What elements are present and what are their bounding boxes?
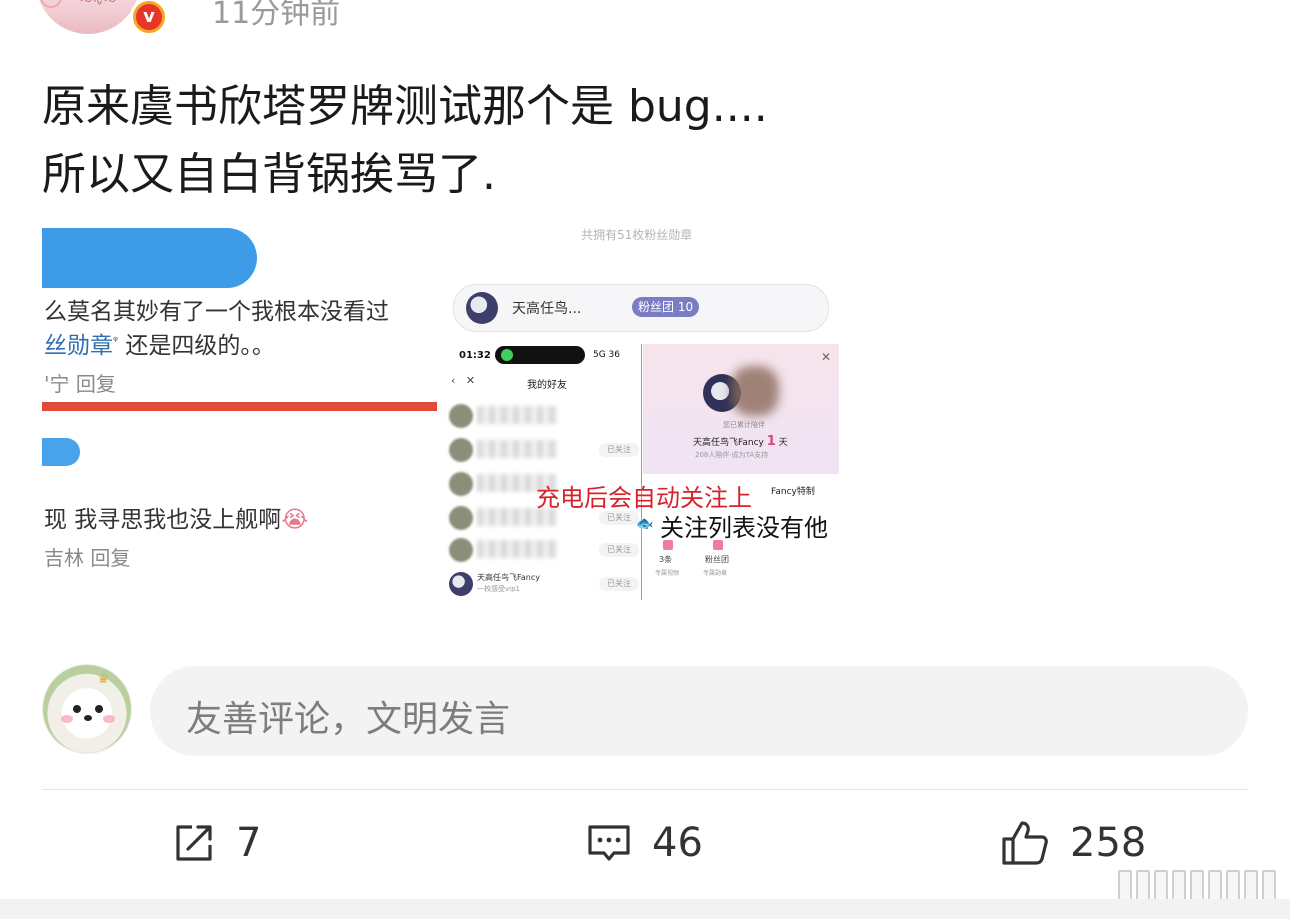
like-count: 258: [1070, 820, 1147, 866]
phone-time: 01:32: [459, 350, 491, 361]
post-time: 11分钟前: [212, 0, 341, 31]
image-text-line: 么莫名其妙有了一个我根本没看过: [44, 299, 389, 325]
stat-value: 3条: [659, 555, 673, 564]
divider: [641, 344, 642, 600]
fancy-tag: Fancy特制: [771, 487, 815, 497]
crying-emoji-icon: 😭: [281, 507, 309, 533]
fan-avatar: [466, 292, 498, 324]
friends-title: 我的好友: [527, 380, 567, 391]
share-count: 7: [236, 820, 262, 866]
profile-card: ✕ 您已累计陪伴 天高任鸟飞Fancy 1 天 208人陪伴·成为TA支持: [643, 344, 839, 474]
card-subtitle: 您已累计陪伴: [723, 421, 765, 429]
friend-sub: 一枚感受vip1: [477, 585, 520, 593]
crown-icon: ♛: [97, 671, 110, 687]
back-close-icons: ‹ ✕: [451, 374, 476, 387]
fan-level-badge: 粉丝团 10: [632, 297, 700, 317]
list-item: 天高任鸟飞Fancy 一枚感受vip1 已关注: [447, 568, 643, 600]
call-icon: [501, 349, 513, 361]
image-text-line: 丝勋章ᵠ 还是四级的。。: [44, 326, 275, 360]
author-avatar[interactable]: 〜∿〜: [36, 0, 140, 34]
fish-icon: 🐟: [636, 516, 654, 532]
list-item: 已关注: [447, 434, 643, 466]
list-item: 已关注: [447, 534, 643, 566]
image-meta-line: '宁 回复: [44, 372, 116, 396]
dynamic-island: [495, 346, 585, 364]
followed-label: 已关注: [599, 443, 639, 457]
post-text-line-1: 原来虞书欣塔罗牌测试那个是 bug....: [42, 81, 768, 132]
close-icon: ✕: [820, 350, 831, 364]
stat-value: 粉丝团: [705, 555, 729, 564]
card-small-text: 208人陪伴·成为TA支持: [695, 451, 769, 459]
like-button[interactable]: 258: [1000, 818, 1146, 868]
card-name-text: 天高任鸟飞Fancy: [693, 438, 764, 448]
image-meta-line: 吉林 回复: [44, 546, 131, 570]
fan-name: 天高任鸟...: [512, 301, 582, 317]
redaction-blob: [42, 438, 80, 466]
card-name: 天高任鸟飞Fancy 1 天: [693, 434, 788, 449]
followed-label: 已关注: [599, 543, 639, 557]
comment-button[interactable]: 46: [586, 818, 703, 868]
share-icon: [176, 825, 212, 861]
comment-icon: [588, 825, 630, 861]
overlay-caption-black: 关注列表没有他: [660, 514, 828, 542]
followed-label: 已关注: [599, 577, 639, 591]
image-link-text: 丝勋章: [44, 333, 113, 359]
fan-badge-card: 天高任鸟... 粉丝团 10: [453, 284, 829, 332]
share-button[interactable]: 7: [172, 818, 261, 868]
post-text-line-2: 所以又自白背锅挨骂了.: [42, 149, 496, 200]
phone-screenshot: 01:32 5G 36 ‹ ✕ 我的好友 已关注 已关注 已关注 天高任鸟飞Fa…: [447, 344, 643, 600]
comment-placeholder: 友善评论，文明发言: [186, 699, 511, 740]
post-image-right[interactable]: 共拥有51枚粉丝勋章 天高任鸟... 粉丝团 10 01:32 5G 36 ‹ …: [445, 226, 845, 604]
list-item: [447, 400, 643, 432]
card-days: 1: [766, 434, 776, 449]
blurred-region: [731, 366, 779, 416]
search-icon: ᵠ: [113, 333, 118, 348]
comment-count: 46: [652, 820, 703, 866]
phone-signal: 5G 36: [593, 350, 621, 360]
image-faint-text: 共拥有51枚粉丝勋章: [581, 228, 693, 242]
followed-label: 已关注: [599, 511, 639, 525]
post-image-left[interactable]: 么莫名其妙有了一个我根本没看过 丝勋章ᵠ 还是四级的。。 '宁 回复 现 我寻思…: [42, 226, 437, 604]
verified-icon: v: [130, 0, 168, 36]
friend-name: 天高任鸟飞Fancy: [477, 573, 540, 582]
user-avatar[interactable]: ♛: [42, 664, 132, 754]
redaction-blob: [42, 228, 257, 288]
card-days-unit: 天: [778, 438, 788, 448]
stat-label: 专属勋章: [703, 570, 728, 577]
stat-label: 专属视频: [655, 570, 680, 577]
bottom-bar: [0, 899, 1290, 919]
image-text-line: 现 我寻思我也没上舰啊😭: [44, 500, 308, 534]
thumbs-up-icon: [1002, 821, 1048, 865]
swirl-decoration: [40, 0, 62, 8]
comment-input[interactable]: 友善评论，文明发言: [150, 666, 1248, 756]
red-underline: [42, 402, 437, 411]
image-text-rest: 还是四级的。。: [125, 333, 275, 359]
avatar-art: 〜∿〜: [80, 0, 118, 8]
divider: [42, 789, 1248, 790]
image-text-line-3: 现 我寻思我也没上舰啊: [44, 507, 282, 533]
